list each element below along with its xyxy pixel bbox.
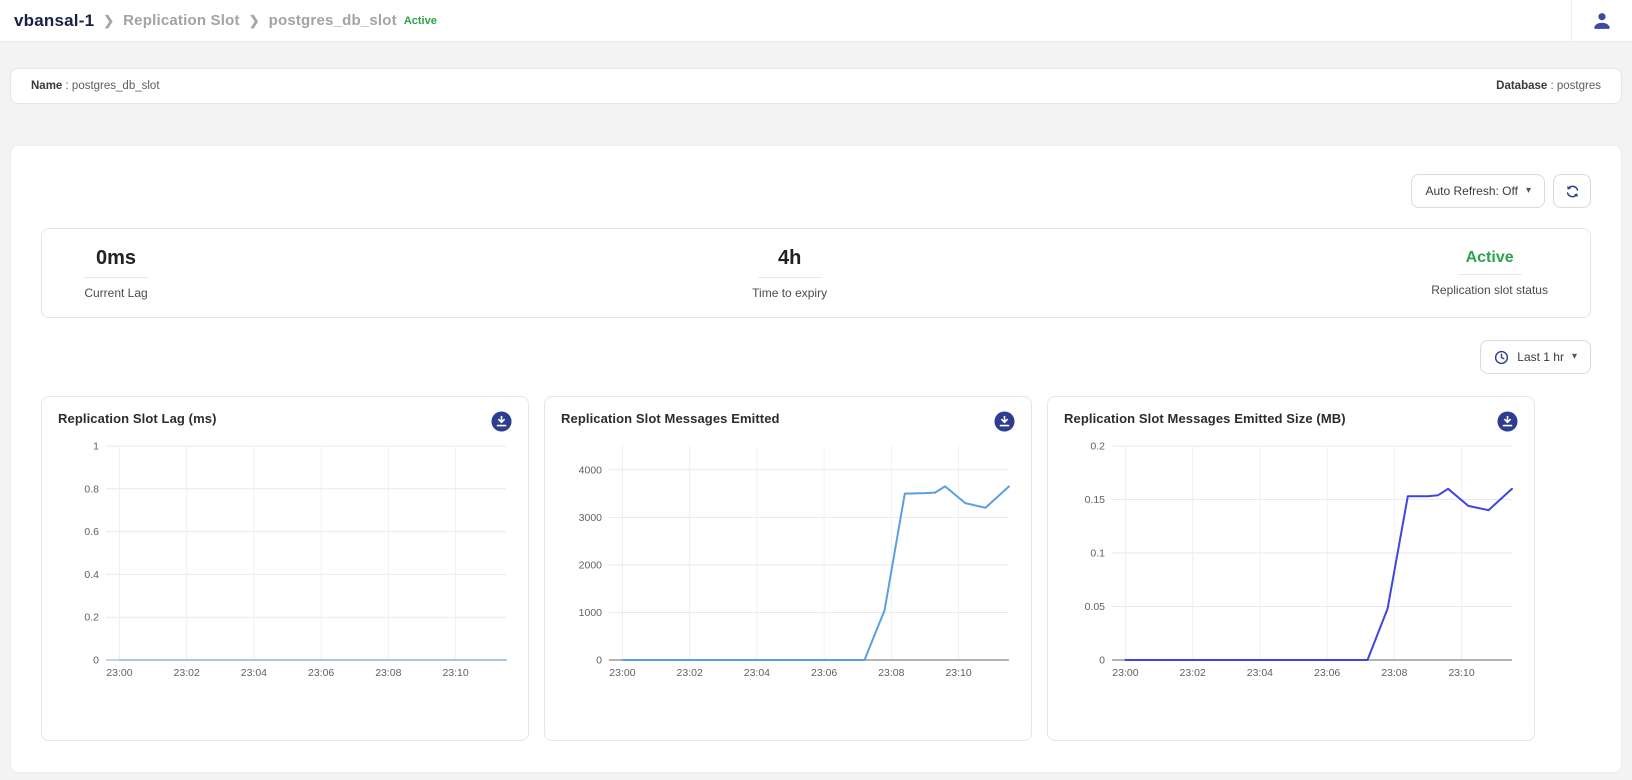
- chart-title: Replication Slot Lag (ms): [58, 411, 217, 426]
- svg-text:23:10: 23:10: [442, 667, 468, 679]
- svg-text:2000: 2000: [579, 559, 603, 571]
- svg-text:23:02: 23:02: [1180, 667, 1206, 679]
- chevron-down-icon: ▾: [1526, 186, 1531, 196]
- status-badge: Active: [404, 15, 437, 27]
- stat-label: Time to expiry: [752, 286, 827, 300]
- svg-text:0.05: 0.05: [1085, 601, 1106, 613]
- time-range-dropdown[interactable]: Last 1 hr ▾: [1480, 340, 1591, 374]
- slot-name-label: Name: [31, 80, 62, 92]
- breadcrumb-cluster-name[interactable]: vbansal-1: [14, 11, 94, 31]
- chart-messages-emitted: Replication Slot Messages Emitted 0 1000 2…: [544, 396, 1032, 741]
- breadcrumb-slot-name: postgres_db_slot: [269, 12, 397, 29]
- charts-row: Replication Slot Lag (ms) 0 0.2 0.4 0.6 0.8 1…: [41, 396, 1591, 741]
- chart-title: Replication Slot Messages Emitted Size (…: [1064, 411, 1346, 426]
- separator: :: [1547, 80, 1557, 92]
- svg-text:3000: 3000: [579, 512, 603, 524]
- stat-label: Replication slot status: [1431, 283, 1548, 297]
- svg-text:0.2: 0.2: [84, 612, 99, 624]
- svg-text:23:06: 23:06: [811, 667, 837, 679]
- svg-text:0.15: 0.15: [1085, 494, 1106, 506]
- stat-value: 4h: [778, 247, 801, 270]
- svg-text:23:02: 23:02: [677, 667, 703, 679]
- svg-text:0.8: 0.8: [84, 483, 99, 495]
- svg-text:0: 0: [596, 655, 602, 667]
- chart-replication-slot-lag: Replication Slot Lag (ms) 0 0.2 0.4 0.6 0.8 1…: [41, 396, 529, 741]
- breadcrumb-section[interactable]: Replication Slot: [123, 12, 240, 29]
- svg-text:23:00: 23:00: [106, 667, 132, 679]
- chart-header: Replication Slot Lag (ms): [58, 411, 512, 432]
- separator: :: [62, 80, 72, 92]
- breadcrumb: vbansal-1 ❯ Replication Slot ❯ postgres_…: [14, 11, 437, 31]
- svg-text:23:02: 23:02: [174, 667, 200, 679]
- svg-text:0.1: 0.1: [1090, 548, 1105, 560]
- refresh-icon: [1565, 184, 1580, 199]
- chevron-right-icon: ❯: [249, 13, 260, 29]
- top-header: vbansal-1 ❯ Replication Slot ❯ postgres_…: [0, 0, 1632, 42]
- slot-info-bar: Name : postgres_db_slot Database : postg…: [10, 68, 1622, 104]
- refresh-button[interactable]: [1553, 174, 1591, 208]
- svg-text:23:08: 23:08: [1381, 667, 1407, 679]
- chevron-down-icon: ▾: [1572, 352, 1577, 362]
- chart-messages-emitted-size: Replication Slot Messages Emitted Size (…: [1047, 396, 1535, 741]
- database-field: Database : postgres: [1496, 80, 1601, 92]
- stat-label: Current Lag: [84, 286, 147, 300]
- download-icon[interactable]: [994, 411, 1015, 432]
- clock-icon: [1494, 350, 1509, 365]
- line-chart: 0 1000 2000 3000 4000 23:00 23:02 23:04 23:06 23:…: [561, 438, 1017, 690]
- download-icon[interactable]: [1497, 411, 1518, 432]
- user-icon[interactable]: [1593, 12, 1611, 30]
- refresh-toolbar: Auto Refresh: Off ▾: [41, 174, 1591, 208]
- svg-text:23:06: 23:06: [1314, 667, 1340, 679]
- svg-text:23:10: 23:10: [945, 667, 971, 679]
- svg-text:23:06: 23:06: [308, 667, 334, 679]
- auto-refresh-label: Auto Refresh: Off: [1425, 184, 1518, 198]
- metrics-panel: Auto Refresh: Off ▾ 0ms Current Lag 4h T…: [10, 145, 1622, 773]
- svg-text:0: 0: [1099, 655, 1105, 667]
- chart-title: Replication Slot Messages Emitted: [561, 411, 780, 426]
- time-range-toolbar: Last 1 hr ▾: [41, 340, 1591, 374]
- svg-text:23:08: 23:08: [375, 667, 401, 679]
- database-value: postgres: [1557, 80, 1601, 92]
- svg-text:23:00: 23:00: [1112, 667, 1138, 679]
- stat-value: 0ms: [96, 247, 136, 270]
- divider: [758, 277, 822, 278]
- chart-header: Replication Slot Messages Emitted: [561, 411, 1015, 432]
- time-range-label: Last 1 hr: [1517, 350, 1564, 364]
- svg-text:4000: 4000: [579, 464, 603, 476]
- download-icon[interactable]: [491, 411, 512, 432]
- svg-text:23:04: 23:04: [1247, 667, 1273, 679]
- stat-value: Active: [1466, 249, 1514, 267]
- svg-text:23:10: 23:10: [1448, 667, 1474, 679]
- auto-refresh-dropdown[interactable]: Auto Refresh: Off ▾: [1411, 174, 1545, 208]
- svg-text:23:08: 23:08: [878, 667, 904, 679]
- svg-text:0.6: 0.6: [84, 526, 99, 538]
- database-label: Database: [1496, 80, 1547, 92]
- chart-header: Replication Slot Messages Emitted Size (…: [1064, 411, 1518, 432]
- stat-time-to-expiry: 4h Time to expiry: [752, 247, 827, 300]
- svg-text:0.4: 0.4: [84, 569, 99, 581]
- svg-text:1000: 1000: [579, 607, 603, 619]
- svg-text:1: 1: [93, 441, 99, 453]
- topbar-right: [1571, 0, 1632, 42]
- svg-text:23:04: 23:04: [744, 667, 770, 679]
- divider: [84, 277, 148, 278]
- stats-bar: 0ms Current Lag 4h Time to expiry Active…: [41, 228, 1591, 318]
- stat-slot-status: Active Replication slot status: [1431, 249, 1548, 297]
- svg-text:0: 0: [93, 655, 99, 667]
- divider: [1458, 274, 1522, 275]
- stat-current-lag: 0ms Current Lag: [84, 247, 148, 300]
- svg-text:0.2: 0.2: [1090, 441, 1105, 453]
- line-chart: 0 0.05 0.1 0.15 0.2 23:00 23:02 23:04 23:06 23:08…: [1064, 438, 1520, 690]
- svg-text:23:00: 23:00: [609, 667, 635, 679]
- svg-text:23:04: 23:04: [241, 667, 267, 679]
- line-chart: 0 0.2 0.4 0.6 0.8 1 23:00 23:02 23:04 23:06 23:08 2…: [58, 438, 514, 690]
- slot-name-field: Name : postgres_db_slot: [31, 80, 160, 92]
- slot-name-value: postgres_db_slot: [72, 80, 160, 92]
- chevron-right-icon: ❯: [103, 13, 114, 29]
